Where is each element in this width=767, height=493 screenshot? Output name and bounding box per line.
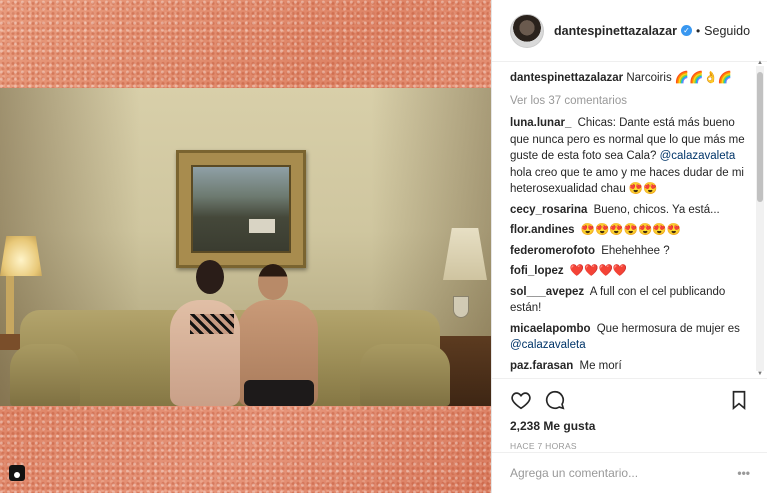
scrollbar-thumb[interactable] — [757, 72, 763, 202]
painting-canvas — [191, 165, 291, 253]
post-sidebar: dantespinettazalazar ✓ • Seguido dantesp… — [491, 0, 767, 493]
follow-status-button[interactable]: Seguido — [704, 24, 750, 38]
comment-text: Bueno, chicos. Ya está... — [593, 203, 720, 216]
person-woman-lingerie — [190, 314, 234, 334]
comment: flor.andines 😍😍😍😍😍😍😍 — [510, 222, 746, 239]
instagram-user-icon — [9, 465, 25, 481]
post-photo[interactable] — [0, 88, 491, 406]
wine-glass — [453, 296, 469, 318]
more-options-icon[interactable]: ••• — [737, 466, 750, 480]
comment: luna.lunar_ Chicas: Dante está más bueno… — [510, 115, 746, 198]
lamp-left-stand — [6, 276, 14, 336]
comments-list[interactable]: dantespinettazalazar Narcoiris 🌈🌈👌🌈 Ver … — [492, 62, 756, 374]
header-username[interactable]: dantespinettazalazar — [554, 24, 677, 38]
add-comment-input[interactable]: Agrega un comentario... — [510, 466, 737, 480]
comment: fofi_lopez ❤️❤️❤️❤️ — [510, 263, 746, 280]
comment-username[interactable]: paz.farasan — [510, 360, 573, 372]
bookmark-icon[interactable] — [728, 389, 750, 411]
header-separator: • — [695, 23, 701, 38]
heart-icon[interactable] — [510, 389, 532, 411]
comment: micaelapombo Que hermosura de mujer es @… — [510, 321, 746, 354]
comment-mention[interactable]: @calazavaleta — [510, 339, 586, 351]
comment-text: Ehehehhee ? — [601, 244, 670, 257]
action-icons — [510, 385, 750, 415]
comment: federomerofoto Ehehehhee ? — [510, 243, 746, 260]
scroll-down-icon[interactable]: ▼ — [756, 371, 764, 377]
caption: dantespinettazalazar Narcoiris 🌈🌈👌🌈 — [510, 70, 746, 87]
wall-painting — [176, 150, 306, 268]
post-actions: 2,238 Me gusta HACE 7 HORAS — [492, 378, 767, 451]
verified-badge-icon: ✓ — [680, 25, 692, 36]
likes-count[interactable]: 2,238 Me gusta — [510, 419, 750, 433]
post-timestamp: HACE 7 HORAS — [510, 441, 577, 451]
comment-username[interactable]: sol___avepez — [510, 286, 584, 298]
painting-house — [249, 219, 275, 233]
caption-username[interactable]: dantespinettazalazar — [510, 72, 623, 84]
comments-scrollbar[interactable]: ▲ ▼ — [756, 60, 764, 377]
comment-text: ❤️❤️❤️❤️ — [569, 265, 628, 277]
scroll-up-icon[interactable]: ▲ — [756, 60, 764, 66]
comment-text: 😍😍😍😍😍😍😍 — [580, 224, 681, 236]
comment-text: hola creo que te amo y me haces dudar de… — [510, 166, 744, 196]
comment-text: Que hermosura de mujer es — [596, 322, 740, 335]
comment-username[interactable]: federomerofoto — [510, 245, 595, 257]
comment-username[interactable]: cecy_rosarina — [510, 204, 587, 216]
comment-username[interactable]: fofi_lopez — [510, 265, 564, 277]
person-man-head — [258, 264, 288, 300]
comment: cecy_rosarina Bueno, chicos. Ya está... — [510, 202, 746, 219]
view-comments-link[interactable]: Ver los 37 comentarios — [510, 93, 746, 110]
avatar[interactable] — [510, 13, 544, 48]
sofa-arm-left — [10, 344, 80, 406]
comment: paz.farasan Me morí — [510, 358, 746, 375]
add-comment-bar: Agrega un comentario... ••• — [492, 452, 767, 493]
person-man-shorts — [244, 380, 314, 406]
caption-text: Narcoiris 🌈🌈👌🌈 — [626, 72, 733, 84]
comment-username[interactable]: micaelapombo — [510, 323, 591, 335]
sofa-arm-right — [360, 344, 450, 406]
comment: sol___avepez A full con el cel publicand… — [510, 284, 746, 317]
post-header: dantespinettazalazar ✓ • Seguido — [492, 0, 767, 62]
person-woman-head — [196, 260, 224, 294]
comment-mention[interactable]: @calazavaleta — [660, 150, 736, 162]
lamp-left — [0, 236, 42, 276]
comment-text: Me morí — [579, 359, 622, 372]
comment-username[interactable]: luna.lunar_ — [510, 117, 571, 129]
comment-username[interactable]: flor.andines — [510, 224, 575, 236]
comment-icon[interactable] — [544, 389, 566, 411]
